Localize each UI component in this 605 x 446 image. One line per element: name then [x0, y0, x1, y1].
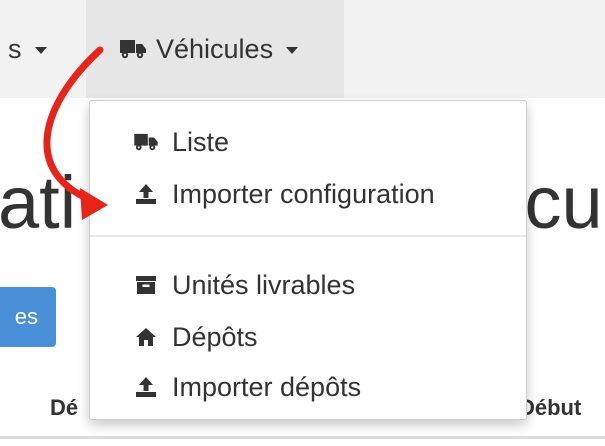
home-icon [134, 325, 158, 349]
chevron-down-icon [286, 46, 299, 54]
menu-item-importer-configuration[interactable]: Importer configuration [90, 172, 526, 216]
nav-vehicules-menu[interactable]: Véhicules [86, 0, 344, 98]
top-navbar: s Véhicules [0, 0, 605, 98]
nav-prev-menu[interactable]: s [8, 0, 47, 98]
menu-item-depots[interactable]: Dépôts [90, 315, 526, 359]
menu-item-label: Unités livrables [172, 269, 356, 300]
truck-icon [134, 130, 158, 154]
nav-vehicules-label: Véhicules [156, 33, 274, 64]
menu-item-label: Liste [172, 126, 230, 157]
upload-icon [134, 182, 158, 206]
menu-item-label: Importer dépôts [172, 371, 362, 402]
menu-item-label: Importer configuration [172, 178, 435, 209]
menu-item-label: Dépôts [172, 321, 258, 352]
table-header-col-depot: Dé [50, 395, 79, 420]
table-header-divider [0, 436, 605, 439]
primary-action-button[interactable]: es [0, 287, 56, 347]
upload-icon [134, 375, 158, 399]
archive-icon [134, 273, 158, 297]
menu-divider [90, 235, 526, 237]
primary-action-label: es [14, 304, 38, 329]
page-title-left-fragment: ati [0, 161, 77, 244]
chevron-down-icon [34, 46, 47, 54]
nav-prev-label: s [8, 33, 22, 64]
menu-item-importer-depots[interactable]: Importer dépôts [90, 365, 526, 409]
table-header-col-debut: Début [519, 395, 582, 420]
menu-item-unites-livrables[interactable]: Unités livrables [90, 263, 526, 307]
menu-item-liste[interactable]: Liste [90, 120, 526, 164]
truck-icon [120, 39, 146, 59]
vehicules-dropdown-menu: Liste Importer configuration Unités livr… [89, 100, 527, 420]
